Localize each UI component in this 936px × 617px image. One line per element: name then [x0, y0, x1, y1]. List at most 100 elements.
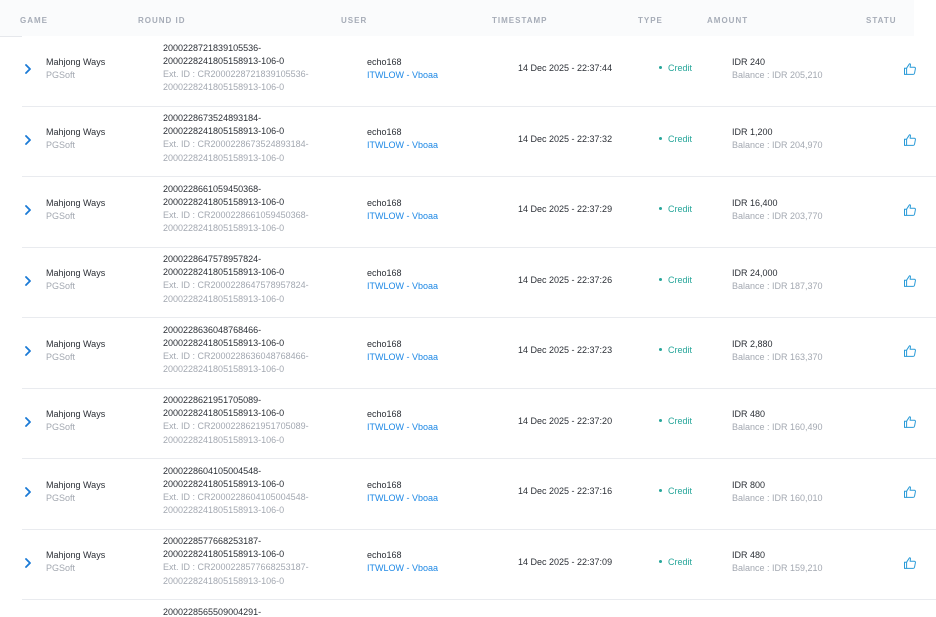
username: echo168: [367, 409, 402, 419]
thumbs-up-icon[interactable]: [903, 133, 917, 147]
thumbs-up-icon[interactable]: [903, 274, 917, 288]
ext-id-line-1: Ext. ID : CR2000228604105004548-: [163, 491, 309, 502]
column-header-game[interactable]: GAME: [20, 16, 48, 25]
game-cell: Mahjong Ways PGSoft: [46, 197, 105, 223]
table-row-1[interactable]: Mahjong Ways PGSoft 2000228721839105536-…: [22, 36, 936, 107]
agent-link[interactable]: ITWLOW - Vboaa: [367, 210, 438, 223]
column-header-type[interactable]: TYPE: [638, 16, 663, 25]
scrollbar[interactable]: [928, 36, 936, 617]
round-id-line-2: 2000228241805158913-106-0: [163, 408, 285, 419]
round-id-line-2: 2000228241805158913-106-0: [163, 126, 285, 137]
round-id-line-1: 2000228673524893184-: [163, 113, 262, 123]
round-id-cell: 2000228577668253187- 2000228241805158913…: [163, 535, 309, 588]
type-label: Credit: [668, 486, 693, 496]
table-row-partial[interactable]: 2000228565509004291-: [22, 600, 936, 617]
game-name: Mahjong Ways: [46, 268, 106, 278]
column-header-amount[interactable]: AMOUNT: [707, 16, 748, 25]
round-id-line-1: 2000228636048768466-: [163, 324, 262, 335]
round-id-line-2: 2000228241805158913-106-0: [163, 196, 285, 207]
round-id-line-1: 2000228721839105536-: [163, 42, 262, 53]
round-id-line-1: 2000228621951705089-: [163, 395, 262, 405]
column-header-user[interactable]: USER: [341, 16, 367, 25]
amount-value: IDR 480: [732, 550, 766, 560]
expand-chevron-icon[interactable]: [24, 205, 34, 217]
type-label: Credit: [668, 556, 693, 567]
ext-id-line-1: Ext. ID : CR2000228661059450368-: [163, 209, 309, 220]
status-dot-icon: [659, 136, 662, 140]
expand-chevron-icon[interactable]: [24, 416, 34, 429]
expand-chevron-icon[interactable]: [24, 134, 34, 147]
agent-link[interactable]: ITWLOW - Vboaa: [367, 139, 438, 152]
thumbs-up-icon[interactable]: [903, 203, 917, 217]
round-id-line-2: 2000228241805158913-106-0: [163, 549, 285, 560]
ext-id-line-2: 2000228241805158913-106-0: [163, 152, 285, 163]
amount-value: IDR 800: [732, 479, 766, 490]
column-header-timestamp[interactable]: TIMESTAMP: [492, 16, 548, 25]
game-name: Mahjong Ways: [46, 409, 106, 419]
thumbs-up-icon[interactable]: [903, 415, 917, 429]
type-label: Credit: [668, 415, 693, 426]
game-provider: PGSoft: [46, 351, 76, 362]
round-id-line-1: 2000228647578957824-: [163, 254, 262, 264]
status-dot-icon: [659, 559, 662, 563]
expand-chevron-icon[interactable]: [24, 275, 34, 288]
round-id-line-1: 2000228565509004291-: [163, 607, 262, 617]
round-id-line-1: 2000228577668253187-: [163, 536, 262, 546]
amount-cell: IDR 24,000 Balance : IDR 187,370: [732, 267, 823, 293]
ext-id-line-2: 2000228241805158913-106-0: [163, 434, 285, 445]
username: echo168: [367, 479, 402, 490]
type-badge: Credit: [659, 133, 692, 146]
type-badge: Credit: [659, 485, 692, 498]
agent-link[interactable]: ITWLOW - Vboaa: [367, 280, 438, 293]
timestamp: 14 Dec 2025 - 22:37:09: [518, 556, 613, 567]
expand-chevron-icon[interactable]: [24, 557, 34, 570]
amount-cell: IDR 480 Balance : IDR 159,210: [732, 549, 823, 575]
balance-value: Balance : IDR 159,210: [732, 563, 823, 574]
round-id-line-1: 2000228604105004548-: [163, 465, 262, 476]
amount-value: IDR 480: [732, 409, 766, 419]
agent-link[interactable]: ITWLOW - Vboaa: [367, 562, 438, 575]
column-header-round-id[interactable]: ROUND ID: [138, 16, 186, 25]
username: echo168: [367, 338, 402, 349]
table-row-8[interactable]: Mahjong Ways PGSoft 2000228577668253187-…: [22, 529, 936, 600]
username: echo168: [367, 268, 402, 278]
thumbs-up-icon[interactable]: [903, 556, 917, 570]
timestamp: 14 Dec 2025 - 22:37:23: [518, 345, 613, 355]
game-name: Mahjong Ways: [46, 338, 106, 349]
username: echo168: [367, 197, 402, 208]
table-row-6[interactable]: Mahjong Ways PGSoft 2000228621951705089-…: [22, 388, 936, 459]
game-name: Mahjong Ways: [46, 197, 106, 208]
agent-link[interactable]: ITWLOW - Vboaa: [367, 69, 438, 82]
thumbs-up-icon[interactable]: [903, 485, 917, 499]
timestamp: 14 Dec 2025 - 22:37:29: [518, 204, 613, 214]
thumbs-up-icon[interactable]: [903, 344, 917, 358]
agent-link[interactable]: ITWLOW - Vboaa: [367, 351, 438, 364]
table-row-3[interactable]: Mahjong Ways PGSoft 2000228661059450368-…: [22, 177, 936, 248]
type-badge: Credit: [659, 62, 692, 75]
table-header: GAME ROUND ID USER TIMESTAMP TYPE AMOUNT…: [0, 0, 914, 37]
table-row-2[interactable]: Mahjong Ways PGSoft 2000228673524893184-…: [22, 106, 936, 177]
table-row-4[interactable]: Mahjong Ways PGSoft 2000228647578957824-…: [22, 247, 936, 318]
column-header-status[interactable]: STATU: [866, 16, 896, 25]
table-row-5[interactable]: Mahjong Ways PGSoft 2000228636048768466-…: [22, 318, 936, 389]
status-dot-icon: [659, 348, 662, 352]
balance-value: Balance : IDR 203,770: [732, 210, 823, 221]
round-id-line-2: 2000228241805158913-106-0: [163, 337, 285, 348]
expand-chevron-icon[interactable]: [24, 64, 34, 76]
round-id-cell: 2000228621951705089- 2000228241805158913…: [163, 394, 309, 447]
user-cell: echo168 ITWLOW - Vboaa: [367, 338, 438, 364]
table-row-7[interactable]: Mahjong Ways PGSoft 2000228604105004548-…: [22, 459, 936, 530]
agent-link[interactable]: ITWLOW - Vboaa: [367, 421, 438, 434]
status-dot-icon: [659, 489, 662, 493]
user-cell: echo168 ITWLOW - Vboaa: [367, 197, 438, 223]
round-id-cell: 2000228647578957824- 2000228241805158913…: [163, 253, 309, 306]
ext-id-line-1: Ext. ID : CR2000228673524893184-: [163, 139, 309, 150]
expand-chevron-icon[interactable]: [24, 487, 34, 499]
timestamp: 14 Dec 2025 - 22:37:26: [518, 274, 613, 285]
expand-chevron-icon[interactable]: [24, 346, 34, 358]
amount-cell: IDR 16,400 Balance : IDR 203,770: [732, 197, 823, 223]
agent-link[interactable]: ITWLOW - Vboaa: [367, 492, 438, 505]
thumbs-up-icon[interactable]: [903, 62, 917, 76]
status-dot-icon: [659, 418, 662, 422]
type-badge: Credit: [659, 556, 692, 569]
